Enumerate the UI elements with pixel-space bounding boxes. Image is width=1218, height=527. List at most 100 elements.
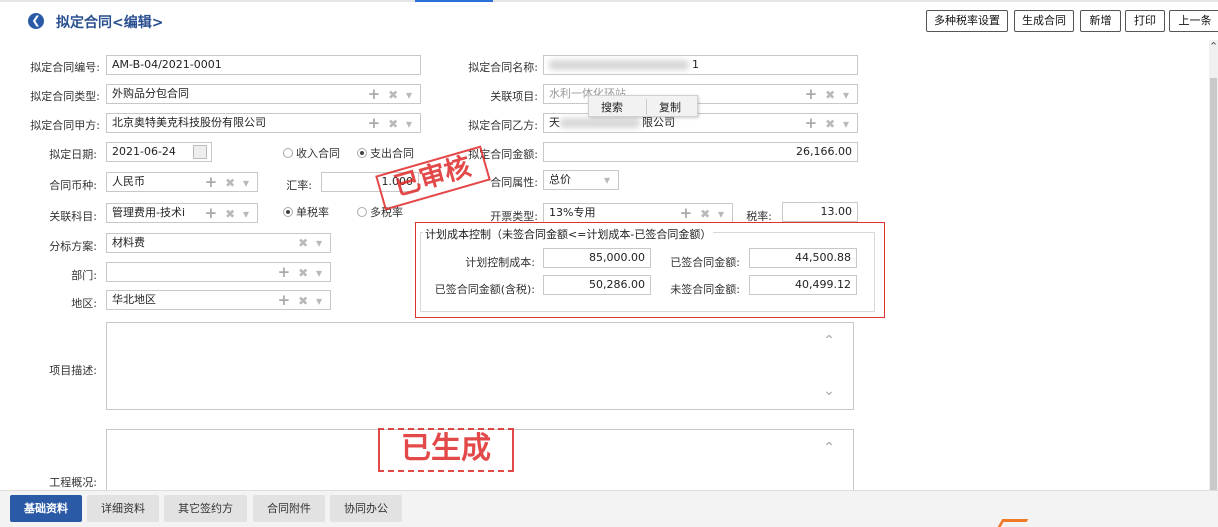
context-search[interactable]: 搜索 xyxy=(601,99,623,115)
chevron-down-icon[interactable]: ▾ xyxy=(243,207,251,221)
add-icon[interactable]: + xyxy=(368,85,383,103)
plan-cost-group xyxy=(420,232,875,312)
eraser-icon[interactable]: ✖ xyxy=(225,176,237,190)
add-icon[interactable]: + xyxy=(205,173,220,191)
chevron-down-icon[interactable]: ▾ xyxy=(316,266,324,280)
field-actions: + ✖ ▾ xyxy=(204,204,251,222)
bottom-tab-bar: 基础资料 详细资料 其它签约方 合同附件 协同办公 xyxy=(0,490,1218,527)
add-icon[interactable]: + xyxy=(368,114,383,132)
signed-amount-field[interactable]: 44,500.88 xyxy=(749,248,857,268)
print-button[interactable]: 打印 xyxy=(1125,10,1165,32)
contract-no-label: 拟定合同编号: xyxy=(30,61,100,74)
contract-type-label: 拟定合同类型: xyxy=(30,90,100,103)
field-actions: ✖ ▾ xyxy=(298,234,324,252)
eraser-icon[interactable]: ✖ xyxy=(298,236,310,250)
planned-cost-label: 计划控制成本: xyxy=(465,256,535,269)
eraser-icon[interactable]: ✖ xyxy=(225,207,237,221)
eraser-icon[interactable]: ✖ xyxy=(825,88,837,102)
date-label: 拟定日期: xyxy=(49,148,97,161)
tab-attachments[interactable]: 合同附件 xyxy=(253,495,325,522)
radio-single-tax-label: 单税率 xyxy=(296,206,329,219)
contract-no-field[interactable]: AM-B-04/2021-0001 xyxy=(106,55,421,75)
planned-cost-field[interactable]: 85,000.00 xyxy=(543,248,651,268)
amount-field[interactable]: 26,166.00 xyxy=(543,142,858,162)
unsigned-amount-field[interactable]: 40,499.12 xyxy=(749,275,857,295)
tab-collaboration[interactable]: 协同办公 xyxy=(330,495,402,522)
related-project-label: 关联项目: xyxy=(490,90,538,103)
tab-detail-info[interactable]: 详细资料 xyxy=(87,495,159,522)
radio-income-contract[interactable]: 收入合同 xyxy=(283,145,340,161)
dept-label: 部门: xyxy=(71,269,97,282)
overview-label: 工程概况: xyxy=(49,476,97,489)
multi-tax-setting-button[interactable]: 多种税率设置 xyxy=(926,10,1008,32)
chevron-down-icon[interactable]: ▾ xyxy=(406,117,414,131)
chevron-down-icon[interactable]: ▾ xyxy=(316,236,324,250)
date-field[interactable]: 2021-06-24 xyxy=(106,142,212,162)
dept-select[interactable]: + ✖ ▾ xyxy=(106,262,331,282)
bid-plan-value: 材料费 xyxy=(112,236,145,249)
add-icon[interactable]: + xyxy=(278,263,293,281)
tax-rate-field[interactable]: 13.00 xyxy=(782,202,858,222)
context-copy[interactable]: 复制 xyxy=(646,99,681,115)
signed-amount-tax-label: 已签合同金额(含税): xyxy=(434,283,535,296)
calendar-icon[interactable] xyxy=(193,145,207,159)
context-menu: 搜索 复制 xyxy=(588,95,698,117)
page-scrollbar[interactable] xyxy=(1209,40,1218,496)
signed-amount-tax-field[interactable]: 50,286.00 xyxy=(543,275,651,295)
currency-select[interactable]: 人民币 + ✖ ▾ xyxy=(106,172,258,192)
tab-other-parties[interactable]: 其它签约方 xyxy=(164,495,247,522)
scroll-up-arrow-icon[interactable]: ⌃ xyxy=(1209,40,1218,53)
chevron-down-icon[interactable]: ▾ xyxy=(406,88,414,102)
bid-plan-select[interactable]: 材料费 ✖ ▾ xyxy=(106,233,331,253)
add-icon[interactable]: + xyxy=(278,291,293,309)
subject-label: 关联科目: xyxy=(49,210,97,223)
chevron-down-icon[interactable]: ▾ xyxy=(718,207,726,221)
invoice-type-select[interactable]: 13%专用 + ✖ ▾ xyxy=(543,203,733,223)
eraser-icon[interactable]: ✖ xyxy=(825,117,837,131)
header: ❮ 拟定合同<编辑> 多种税率设置 生成合同 新增 打印 上一条 xyxy=(0,2,1218,38)
eraser-icon[interactable]: ✖ xyxy=(388,88,400,102)
region-select[interactable]: 华北地区 + ✖ ▾ xyxy=(106,290,331,310)
scrollbar-thumb[interactable] xyxy=(1210,78,1217,496)
subject-value: 管理费用-技术i xyxy=(112,206,186,219)
scroll-up-icon[interactable]: ⌃ xyxy=(823,440,835,456)
chevron-down-icon[interactable]: ▾ xyxy=(843,117,851,131)
add-icon[interactable]: + xyxy=(805,114,820,132)
chevron-down-icon[interactable]: ▾ xyxy=(243,176,251,190)
party-a-select[interactable]: 北京奥特美克科技股份有限公司 + ✖ ▾ xyxy=(106,113,421,133)
eraser-icon[interactable]: ✖ xyxy=(298,294,310,308)
contract-name-field[interactable]: 1 xyxy=(543,55,858,75)
field-actions: + ✖ ▾ xyxy=(680,204,726,222)
radio-single-tax[interactable]: 单税率 xyxy=(283,204,329,220)
chevron-down-icon[interactable]: ▾ xyxy=(604,171,612,189)
add-icon[interactable]: + xyxy=(205,204,220,222)
radio-expense-contract[interactable]: 支出合同 xyxy=(357,145,414,161)
contract-name-suffix: 1 xyxy=(692,58,699,71)
subject-select[interactable]: 管理费用-技术i + ✖ ▾ xyxy=(106,203,258,223)
eraser-icon[interactable]: ✖ xyxy=(700,207,712,221)
tab-basic-info[interactable]: 基础资料 xyxy=(10,495,82,522)
unsigned-amount-label: 未签合同金额: xyxy=(670,283,740,296)
back-arrow-icon[interactable]: ❮ xyxy=(28,13,44,29)
add-button[interactable]: 新增 xyxy=(1080,10,1121,32)
chevron-down-icon[interactable]: ▾ xyxy=(316,294,324,308)
attr-select[interactable]: 总价 ▾ xyxy=(543,170,619,190)
contract-type-select[interactable]: 外购品分包合同 + ✖ ▾ xyxy=(106,84,421,104)
add-icon[interactable]: + xyxy=(680,204,695,222)
field-actions: + ✖ ▾ xyxy=(368,85,414,103)
previous-button[interactable]: 上一条 xyxy=(1169,10,1218,32)
generate-contract-button[interactable]: 生成合同 xyxy=(1014,10,1074,32)
scroll-down-icon[interactable]: ⌄ xyxy=(823,383,835,399)
radio-income-label: 收入合同 xyxy=(296,147,340,160)
corner-marker xyxy=(997,519,1029,527)
field-actions: + ✖ ▾ xyxy=(205,173,251,191)
add-icon[interactable]: + xyxy=(805,85,820,103)
invoice-type-value: 13%专用 xyxy=(549,206,596,219)
scroll-up-icon[interactable]: ⌃ xyxy=(823,333,835,349)
eraser-icon[interactable]: ✖ xyxy=(388,117,400,131)
currency-label: 合同币种: xyxy=(49,179,97,192)
description-textarea[interactable]: ⌃ ⌄ xyxy=(106,322,854,410)
eraser-icon[interactable]: ✖ xyxy=(298,266,310,280)
chevron-down-icon[interactable]: ▾ xyxy=(843,88,851,102)
field-actions: + ✖ ▾ xyxy=(278,263,324,281)
